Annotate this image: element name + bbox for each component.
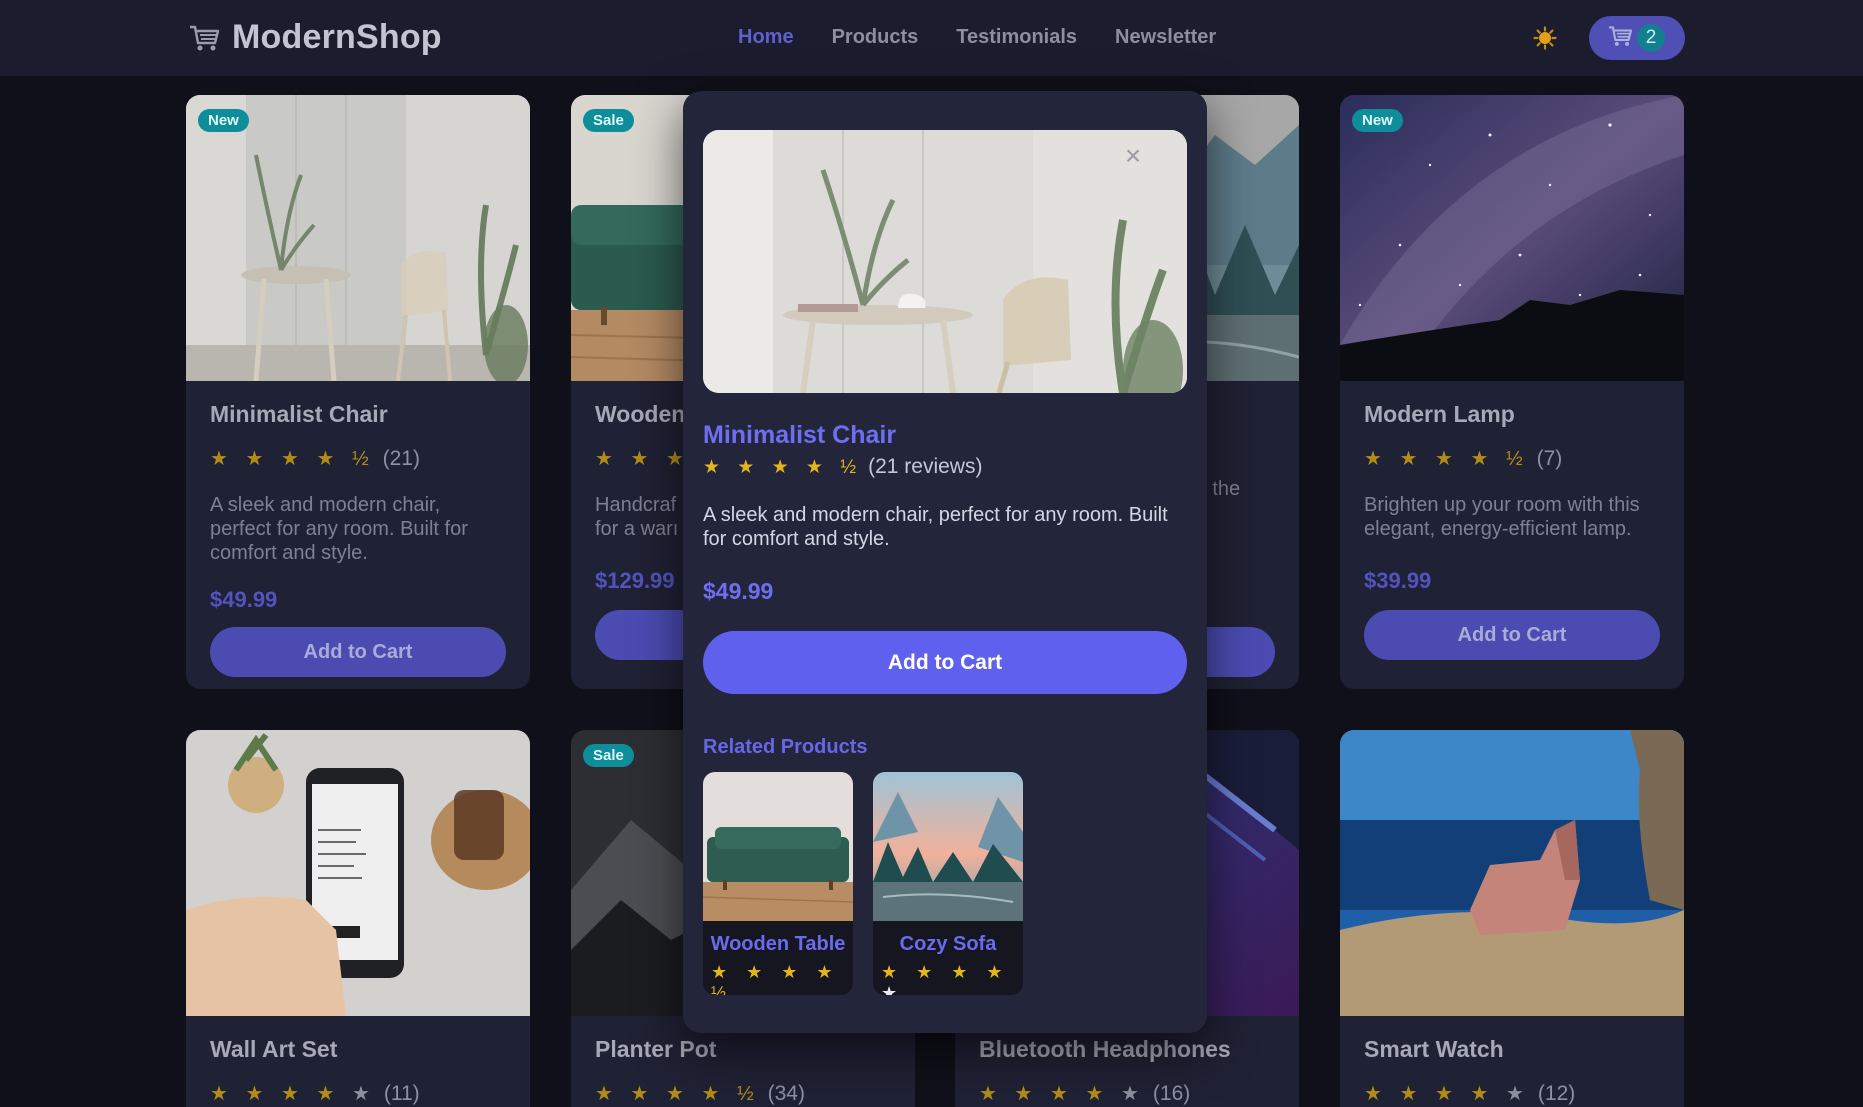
star-rating: ★ ★ ★ ★ ½ <box>703 456 863 478</box>
product-description: A sleek and modern chair, perfect for an… <box>210 494 468 564</box>
product-name: Minimalist Chair <box>210 401 388 427</box>
product-modal: × Minimalist Chair ★ ★ ★ ★ ½ (21 reviews… <box>683 91 1207 1033</box>
review-count: (21 reviews) <box>868 455 983 478</box>
related-product-wooden-table[interactable]: Wooden Table ★ ★ ★ ★ ½ <box>703 772 853 995</box>
main-nav: Home Products Testimonials Newsletter <box>738 26 1216 49</box>
product-image[interactable] <box>1340 95 1684 381</box>
product-image[interactable] <box>186 95 530 381</box>
star-rating: ★ ★ ★ ★ ½ <box>1364 448 1529 470</box>
brand-name: ModernShop <box>232 18 442 56</box>
navbar: ModernShop Home Products Testimonials Ne… <box>0 0 1863 76</box>
product-rating: ★ ★ ★ ★ ★ (12) <box>1364 1081 1660 1106</box>
product-name: Planter Pot <box>595 1036 717 1062</box>
star-empty: ★ <box>1120 1083 1145 1105</box>
product-name: Smart Watch <box>1364 1036 1504 1062</box>
star-rating: ★ ★ ★ ★ ★ <box>979 1081 1145 1106</box>
product-rating: ★ ★ ★ ★ ½ (7) <box>1364 446 1660 471</box>
star-rating: ★ ★ ★ ★ ★ <box>873 962 1023 995</box>
product-image[interactable] <box>186 730 530 1016</box>
star-empty: ★ <box>351 1083 376 1105</box>
product-price: $49.99 <box>210 587 278 612</box>
sale-badge: Sale <box>583 109 634 132</box>
star-empty: ★ <box>881 983 905 995</box>
shopping-cart-icon <box>188 24 220 52</box>
star-rating: ★ ★ ★ ★ ★ <box>210 1081 376 1106</box>
close-icon[interactable]: × <box>1118 141 1148 171</box>
review-count: (21) <box>382 446 420 470</box>
product-rating: ★ ★ ★ ★ ½ (34) <box>595 1081 891 1106</box>
product-rating: ★ ★ ★ ★ ½ (21) <box>210 446 506 471</box>
new-badge: New <box>198 109 249 132</box>
product-description: Brighten up your room with this elegant,… <box>1364 494 1640 540</box>
product-name: Wall Art Set <box>210 1036 338 1062</box>
modal-rating: ★ ★ ★ ★ ½ (21 reviews) <box>703 455 982 479</box>
product-card-wall-art-set[interactable]: Wall Art Set ★ ★ ★ ★ ★ (11) <box>186 730 530 1107</box>
nav-testimonials[interactable]: Testimonials <box>956 26 1077 49</box>
sale-badge: Sale <box>583 744 634 767</box>
product-card-modern-lamp[interactable]: New Modern Lamp ★ ★ ★ ★ ½ (7) Brighten u… <box>1340 95 1684 689</box>
new-badge: New <box>1352 109 1403 132</box>
cart-button[interactable]: 2 <box>1589 16 1685 60</box>
add-to-cart-button[interactable]: Add to Cart <box>210 627 506 677</box>
modal-product-image <box>703 130 1187 393</box>
related-products-heading: Related Products <box>703 736 868 758</box>
product-rating: ★ ★ ★ ★ ★ (16) <box>979 1081 1275 1106</box>
nav-newsletter[interactable]: Newsletter <box>1115 26 1216 49</box>
review-count: (7) <box>1536 446 1563 470</box>
product-card-minimalist-chair[interactable]: New Minimalist Chair ★ ★ ★ ★ ½ (21) A sl… <box>186 95 530 689</box>
review-count: (11) <box>383 1081 420 1105</box>
star-filled: ★ ★ ★ ★ <box>881 962 1010 982</box>
modal-price: $49.99 <box>703 578 774 604</box>
modal-add-to-cart-button[interactable]: Add to Cart <box>703 631 1187 694</box>
product-rating: ★ ★ ★ ★ ★ (11) <box>210 1081 506 1106</box>
star-rating: ★ ★ ★ ★ ½ <box>210 448 375 470</box>
star-filled: ★ ★ ★ ★ <box>210 1083 352 1105</box>
star-rating: ★ ★ ★ ★ ★ <box>1364 1081 1530 1106</box>
shopping-cart-icon <box>1607 25 1633 52</box>
related-product-cozy-sofa[interactable]: Cozy Sofa ★ ★ ★ ★ ★ <box>873 772 1023 995</box>
star-filled: ★ ★ ★ ★ <box>1364 1083 1506 1105</box>
related-product-name: Wooden Table <box>710 933 846 955</box>
sun-icon[interactable] <box>1533 26 1557 50</box>
product-price: $39.99 <box>1364 568 1432 593</box>
add-to-cart-button[interactable]: Add to Cart <box>1364 610 1660 660</box>
star-rating: ★ ★ ★ ★ ½ <box>595 1083 760 1105</box>
star-filled: ★ ★ ★ ★ <box>979 1083 1121 1105</box>
review-count: (16) <box>1152 1081 1191 1105</box>
product-image[interactable] <box>1340 730 1684 1016</box>
product-card-smart-watch[interactable]: Smart Watch ★ ★ ★ ★ ★ (12) <box>1340 730 1684 1107</box>
product-name: Modern Lamp <box>1364 401 1515 427</box>
product-name: Bluetooth Headphones <box>979 1036 1231 1062</box>
modal-title: Minimalist Chair <box>703 421 897 449</box>
brand[interactable]: ModernShop <box>188 18 442 57</box>
nav-products[interactable]: Products <box>832 26 919 49</box>
star-rating: ★ ★ ★ <box>595 448 690 470</box>
related-product-name: Cozy Sofa <box>899 933 997 955</box>
product-price: $129.99 <box>595 568 675 593</box>
review-count: (12) <box>1537 1081 1576 1105</box>
nav-home[interactable]: Home <box>738 26 794 49</box>
related-product-image <box>873 772 1023 921</box>
star-empty: ★ <box>1505 1083 1530 1105</box>
star-rating: ★ ★ ★ ★ ½ <box>711 962 840 995</box>
modal-description: A sleek and modern chair, perfect for an… <box>703 504 1168 550</box>
related-product-image <box>703 772 853 921</box>
cart-count-badge: 2 <box>1637 24 1665 52</box>
review-count: (34) <box>767 1081 805 1105</box>
